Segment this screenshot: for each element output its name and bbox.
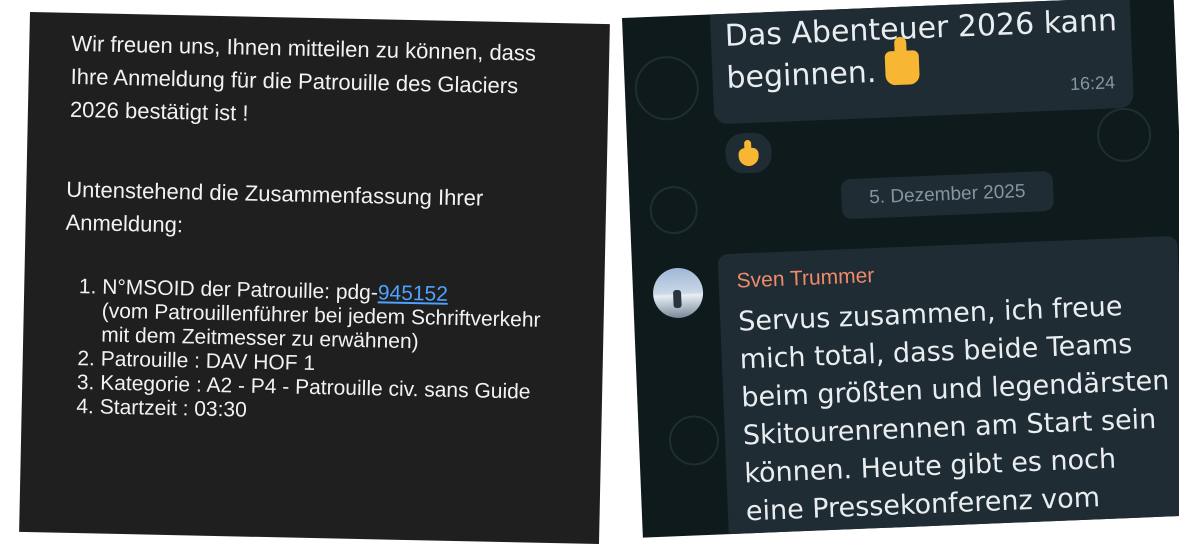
wallpaper-doodle bbox=[633, 54, 701, 122]
date-separator: 5. Dezember 2025 bbox=[840, 170, 1055, 220]
email-screenshot: Wir freuen uns, Ihnen mitteilen zu könne… bbox=[19, 12, 610, 544]
wallpaper-doodle bbox=[648, 185, 699, 236]
email-intro: Wir freuen uns, Ihnen mitteilen zu könne… bbox=[69, 30, 537, 126]
incoming-message-text: Servus zusammen, ich freue mich total, d… bbox=[737, 291, 1170, 537]
message-time: 16:24 bbox=[1069, 72, 1116, 95]
msoid-link[interactable]: 945152 bbox=[378, 281, 449, 305]
reaction-badge[interactable] bbox=[722, 130, 775, 177]
registration-summary-list: N°MSOID der Patrouille: pdg-945152 (vom … bbox=[73, 275, 562, 429]
outgoing-message-text: Das Abenteuer 2026 kann beginnen. bbox=[724, 0, 1119, 100]
outgoing-line-1: Das Abenteuer 2026 kann bbox=[724, 3, 1118, 54]
thumbs-up-icon bbox=[738, 147, 760, 167]
sender-name[interactable]: Sven Trummer bbox=[736, 264, 875, 294]
wallpaper-doodle bbox=[1096, 106, 1153, 164]
list-item-msoid: N°MSOID der Patrouille: pdg-945152 (vom … bbox=[101, 276, 562, 358]
avatar[interactable] bbox=[652, 266, 705, 319]
outgoing-message[interactable]: Das Abenteuer 2026 kann beginnen. 16:24 bbox=[709, 0, 1135, 125]
wallpaper-doodle bbox=[668, 414, 720, 467]
email-summary-heading: Untenstehend die Zusammenfassung Ihrer A… bbox=[65, 176, 484, 238]
outgoing-line-2: beginnen. bbox=[725, 54, 878, 96]
thumbs-up-icon bbox=[885, 50, 921, 86]
incoming-message[interactable]: Sven Trummer Servus zusammen, ich freue … bbox=[717, 235, 1179, 538]
chat-screenshot: Das Abenteuer 2026 kann beginnen. 16:24 … bbox=[622, 0, 1179, 538]
